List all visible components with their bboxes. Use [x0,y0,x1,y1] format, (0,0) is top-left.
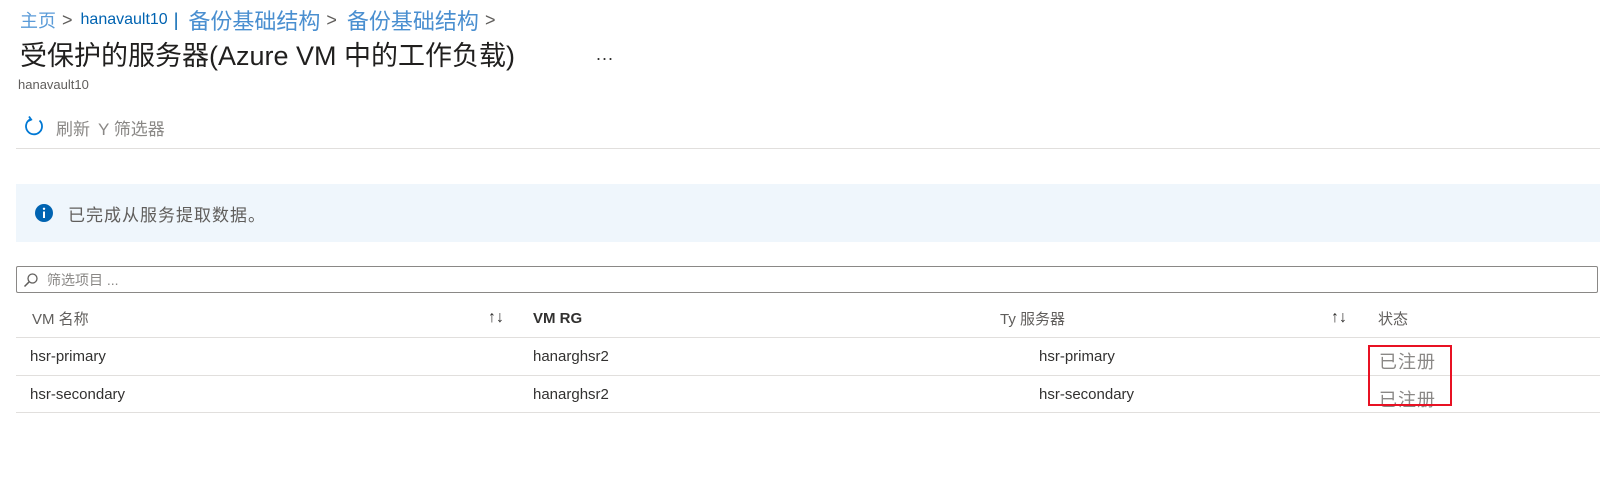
column-header-server[interactable]: Ty 服务器 [1000,306,1065,330]
breadcrumb-separator: > [484,9,496,30]
breadcrumb-bar: | [173,9,179,30]
column-header-vm-name[interactable]: VM 名称 [32,306,89,330]
info-banner: 已完成从服务提取数据。 [16,184,1600,242]
filter-button[interactable]: Y 筛选器 [98,115,165,140]
column-header-status[interactable]: 状态 [1378,306,1408,330]
page-subtitle: hanavault10 [18,77,89,92]
table-cell-vm-name[interactable]: hsr-primary [30,348,106,365]
breadcrumb-backup-infrastructure-1[interactable]: 备份基础结构 [188,4,320,36]
table-cell-vm-name[interactable]: hsr-secondary [30,386,125,403]
breadcrumb-vault[interactable]: hanavault10 [81,11,168,29]
sort-arrows-icon: ↑↓ [488,309,504,326]
table-cell-vm-rg: hanarghsr2 [533,348,609,365]
info-icon [35,204,53,222]
breadcrumb: 主页 > hanavault10 | 备份基础结构 > 备份基础结构 > [20,6,505,34]
search-icon [23,272,38,287]
status-highlight-box [1368,345,1452,406]
refresh-label: 刷新 [56,119,90,139]
breadcrumb-separator: > [326,9,337,30]
breadcrumb-separator: > [62,9,73,30]
table-cell-server: hsr-secondary [1039,386,1135,403]
table-cell-vm-rg: hanarghsr2 [533,386,609,403]
table-row-divider [16,412,1600,413]
info-message: 已完成从服务提取数据。 [68,205,266,225]
column-header-vm-rg[interactable]: VM RG [533,306,582,330]
more-options-button[interactable]: ... [596,44,614,65]
refresh-button[interactable]: 刷新 [22,115,90,140]
sort-server-icon[interactable]: ↑↓ [1331,306,1347,330]
table-row-divider [16,375,1600,376]
table-divider [16,337,1600,338]
filter-search-input[interactable] [45,270,1597,289]
sort-arrows-icon: ↑↓ [1331,309,1347,326]
toolbar-divider [16,148,1600,149]
refresh-icon [25,115,43,136]
sort-vm-name-icon[interactable]: ↑↓ [488,306,504,330]
filter-search-box [16,266,1598,293]
page-title: 受保护的服务器(Azure VM 中的工作负载) [20,41,516,71]
breadcrumb-home[interactable]: 主页 [20,7,56,33]
breadcrumb-backup-infrastructure-2[interactable]: 备份基础结构 [347,4,479,36]
table-cell-server: hsr-primary [1039,348,1115,365]
toolbar: 刷新 Y 筛选器 [22,114,165,140]
